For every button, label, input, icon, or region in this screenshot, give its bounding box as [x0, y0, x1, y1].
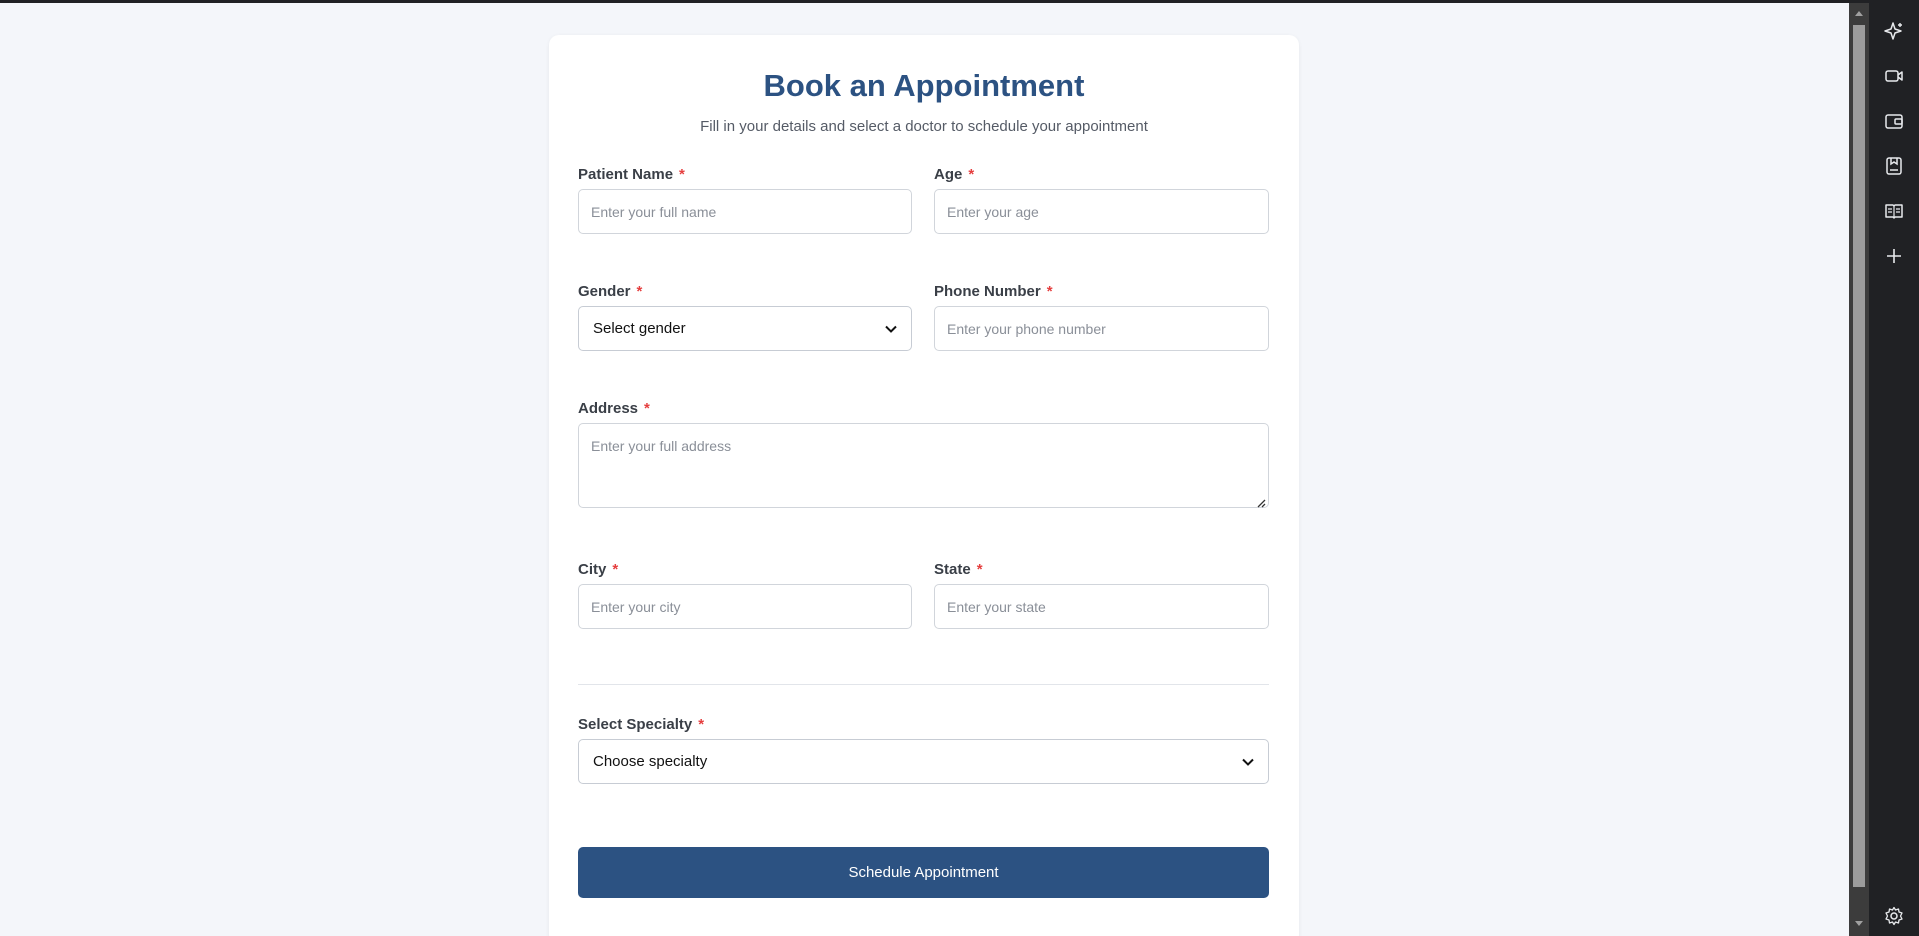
appointment-form-card: Book an Appointment Fill in your details…	[549, 35, 1299, 936]
city-label: City *	[578, 561, 618, 578]
patient-name-label-text: Patient Name	[578, 166, 674, 183]
page-scrollbar[interactable]	[1849, 3, 1869, 936]
reading-mode-icon[interactable]	[1883, 200, 1905, 222]
address-textarea[interactable]: Enter your full address	[578, 423, 1269, 508]
page-title: Book an Appointment	[763, 68, 1085, 103]
browser-side-rail	[1869, 3, 1919, 936]
city-input[interactable]: Enter your city	[578, 584, 912, 629]
address-label: Address *	[578, 400, 650, 417]
required-marker: *	[698, 716, 705, 733]
patient-name-label: Patient Name *	[578, 166, 685, 183]
state-placeholder: Enter your state	[947, 598, 1046, 615]
age-label: Age *	[934, 166, 974, 183]
page-subtitle: Fill in your details and select a doctor…	[700, 118, 1148, 135]
save-page-icon[interactable]	[1883, 155, 1905, 177]
address-label-text: Address	[578, 400, 639, 417]
age-placeholder: Enter your age	[947, 203, 1039, 220]
state-label: State *	[934, 561, 983, 578]
state-label-text: State	[934, 561, 971, 578]
resize-handle-icon[interactable]	[1256, 495, 1266, 508]
sparkle-icon[interactable]	[1883, 20, 1905, 42]
age-label-text: Age	[934, 166, 963, 183]
scroll-down-arrow-icon[interactable]	[1849, 920, 1869, 932]
section-divider	[578, 684, 1269, 685]
page-background: Book an Appointment Fill in your details…	[0, 3, 1849, 936]
gender-label: Gender *	[578, 283, 642, 300]
specialty-label: Select Specialty *	[578, 716, 704, 733]
required-marker: *	[968, 166, 975, 183]
video-icon[interactable]	[1883, 65, 1905, 87]
required-marker: *	[1046, 283, 1053, 300]
required-marker: *	[612, 561, 619, 578]
required-marker: *	[679, 166, 685, 183]
gender-selected-value: Select gender	[593, 320, 686, 337]
phone-placeholder: Enter your phone number	[947, 320, 1106, 337]
wallet-icon[interactable]	[1883, 110, 1905, 132]
add-icon[interactable]	[1883, 245, 1905, 267]
gender-label-text: Gender	[578, 283, 631, 300]
patient-name-input[interactable]: Enter your full name	[578, 189, 912, 234]
required-marker: *	[636, 283, 643, 300]
city-label-text: City	[578, 561, 607, 578]
specialty-selected-value: Choose specialty	[593, 753, 708, 770]
specialty-label-text: Select Specialty	[578, 716, 693, 733]
specialty-select[interactable]: Choose specialty	[578, 739, 1269, 784]
scrollbar-thumb[interactable]	[1853, 25, 1865, 887]
scroll-up-arrow-icon[interactable]	[1849, 9, 1869, 21]
address-placeholder: Enter your full address	[591, 438, 732, 454]
schedule-appointment-button[interactable]: Schedule Appointment	[578, 847, 1269, 898]
city-placeholder: Enter your city	[591, 598, 681, 615]
chevron-down-icon	[1242, 753, 1254, 770]
phone-label: Phone Number *	[934, 283, 1053, 300]
required-marker: *	[644, 400, 650, 417]
chevron-down-icon	[885, 320, 897, 337]
state-input[interactable]: Enter your state	[934, 584, 1269, 629]
required-marker: *	[976, 561, 983, 578]
phone-label-text: Phone Number	[934, 283, 1041, 300]
gender-select[interactable]: Select gender	[578, 306, 912, 351]
patient-name-placeholder: Enter your full name	[591, 203, 717, 220]
settings-icon[interactable]	[1883, 905, 1905, 927]
phone-input[interactable]: Enter your phone number	[934, 306, 1269, 351]
age-input[interactable]: Enter your age	[934, 189, 1269, 234]
